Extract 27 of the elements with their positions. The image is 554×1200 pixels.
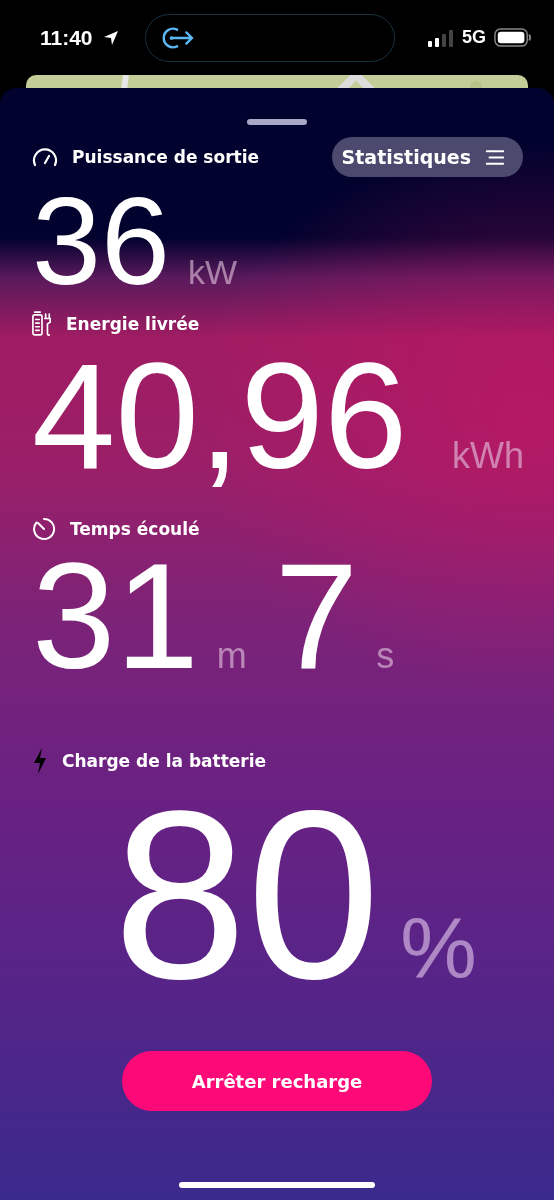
drag-handle[interactable]	[247, 119, 307, 125]
unit-label: %	[400, 905, 477, 991]
lightning-icon	[32, 747, 48, 775]
metric-value: 36	[32, 179, 170, 303]
metric-value: 31	[32, 541, 199, 691]
location-arrow-icon	[102, 29, 119, 46]
clock: 11:40	[40, 25, 93, 50]
timer-icon	[32, 517, 56, 541]
charger-icon	[32, 311, 52, 337]
signal-icon	[428, 28, 454, 47]
stop-charging-button[interactable]: Arrêter recharge	[122, 1051, 432, 1111]
battery-percentage: 80	[113, 775, 381, 1015]
unit-label: kW	[187, 255, 238, 289]
menu-icon	[485, 148, 505, 166]
unit-label: s	[376, 638, 395, 674]
gauge-icon	[32, 147, 58, 167]
statistics-button[interactable]: Statistiques	[331, 137, 523, 177]
network-type: 5G	[462, 27, 486, 48]
metric-value: 40,96	[32, 341, 408, 491]
metric-label: Charge de la batterie	[62, 751, 267, 771]
unit-label: m	[216, 638, 247, 674]
metric-label: Temps écoulé	[70, 519, 200, 539]
metric-label: Puissance de sortie	[72, 147, 259, 167]
metric-value: 7	[274, 541, 359, 691]
battery-icon	[494, 28, 532, 47]
metric-label: Energie livrée	[66, 314, 200, 334]
unit-label: kWh	[452, 438, 524, 474]
